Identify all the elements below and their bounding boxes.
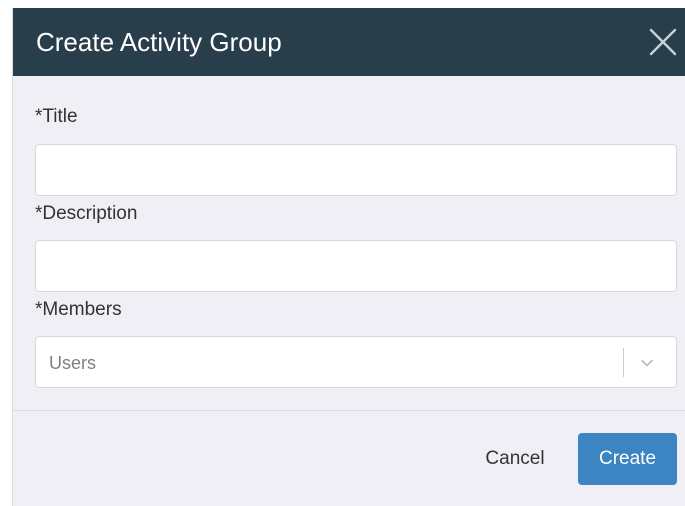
title-input[interactable]: [35, 144, 677, 196]
members-placeholder: Users: [49, 353, 97, 373]
close-button[interactable]: [647, 26, 679, 58]
cancel-button[interactable]: Cancel: [475, 433, 555, 485]
close-icon: [649, 28, 677, 56]
dialog-title: Create Activity Group: [36, 27, 282, 57]
create-activity-group-dialog: Create Activity Group *Title *Descriptio…: [12, 8, 685, 506]
select-separator: [623, 348, 624, 377]
members-select[interactable]: Users: [35, 336, 677, 388]
description-label: *Description: [35, 203, 138, 224]
chevron-down-icon[interactable]: [639, 355, 655, 371]
create-button[interactable]: Create: [578, 433, 677, 485]
title-label: *Title: [35, 106, 78, 127]
dialog-header: Create Activity Group: [13, 8, 685, 76]
footer-divider: [13, 410, 685, 411]
description-input[interactable]: [35, 240, 677, 292]
members-label: *Members: [35, 299, 122, 320]
